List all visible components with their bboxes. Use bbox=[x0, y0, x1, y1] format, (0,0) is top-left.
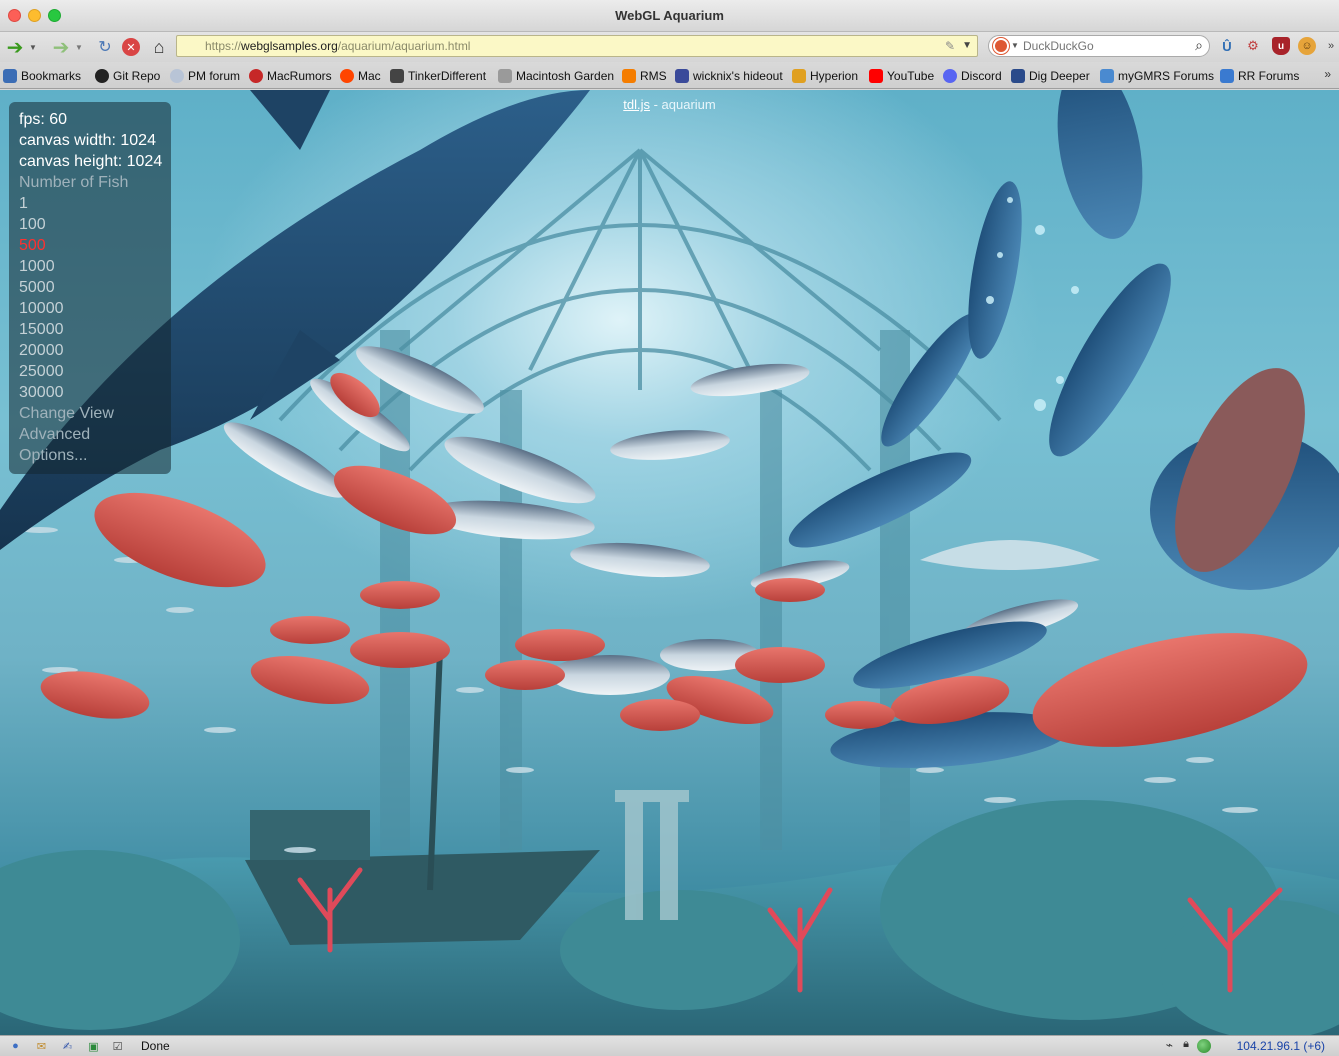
url-domain: webglsamples.org bbox=[241, 39, 338, 53]
tinker-icon bbox=[390, 69, 404, 83]
sphere-icon bbox=[170, 69, 184, 83]
irc-icon[interactable]: ☑ bbox=[110, 1039, 125, 1053]
window-title: WebGL Aquarium bbox=[615, 8, 724, 23]
bookmarks-toolbar: Bookmarks Git Repo PM forum MacRumors Ma… bbox=[0, 62, 1339, 89]
fish-option-10000[interactable]: 10000 bbox=[19, 298, 171, 319]
fish-option-30000[interactable]: 30000 bbox=[19, 382, 171, 403]
bookmark-item[interactable]: wicknix's hideout bbox=[675, 68, 783, 84]
composer-icon[interactable]: ✍ bbox=[60, 1039, 75, 1053]
bookmark-item[interactable]: Bookmarks bbox=[3, 68, 81, 84]
toolbar-overflow-icon[interactable]: » bbox=[1322, 37, 1339, 55]
plug-icon: ⌁ bbox=[1165, 1038, 1173, 1052]
fps-readout: fps: 60 bbox=[19, 111, 68, 128]
fish-option-25000[interactable]: 25000 bbox=[19, 361, 171, 382]
magnifier-icon[interactable]: ⌕ bbox=[1195, 35, 1203, 55]
extension-gear-icon[interactable]: ⚙ bbox=[1244, 37, 1262, 55]
bookmark-item[interactable]: myGMRS Forums bbox=[1100, 68, 1214, 84]
wicknix-icon bbox=[675, 69, 689, 83]
bookmark-item[interactable]: MacRumors bbox=[249, 68, 332, 84]
bookmark-page-icon[interactable]: ✎ bbox=[945, 36, 955, 56]
options-menu[interactable]: Options... bbox=[19, 445, 171, 466]
page-title-rest: - aquarium bbox=[649, 97, 716, 112]
folder-icon bbox=[3, 69, 17, 83]
forward-arrow-icon[interactable]: ➔ bbox=[50, 36, 72, 59]
bookmark-item[interactable]: TinkerDifferent bbox=[390, 68, 486, 84]
bookmark-item[interactable]: Mac bbox=[340, 68, 381, 84]
gmrs-icon bbox=[1100, 69, 1114, 83]
tdl-link[interactable]: tdl.js bbox=[623, 97, 650, 112]
lock-icon[interactable]: 🔒︎ bbox=[1183, 1038, 1189, 1051]
extension-swirl-icon[interactable]: Û bbox=[1218, 37, 1236, 55]
bookmark-item[interactable]: RMS bbox=[622, 68, 667, 84]
search-input[interactable] bbox=[1023, 36, 1173, 56]
ip-address[interactable]: 104.21.96.1 (+6) bbox=[1237, 1039, 1325, 1053]
url-prefix: https:// bbox=[205, 39, 242, 53]
fish-option-5000[interactable]: 5000 bbox=[19, 277, 171, 298]
search-engine-dropdown-icon[interactable]: ▼ bbox=[1011, 36, 1019, 56]
canvas-height-readout: canvas height: 1024 bbox=[19, 153, 163, 170]
fish-option-1[interactable]: 1 bbox=[19, 193, 171, 214]
fish-option-15000[interactable]: 15000 bbox=[19, 319, 171, 340]
bookmark-item[interactable]: RR Forums bbox=[1220, 68, 1299, 84]
advanced-menu[interactable]: Advanced bbox=[19, 424, 171, 445]
bookmark-item[interactable]: Macintosh Garden bbox=[498, 68, 614, 84]
discord-icon bbox=[943, 69, 957, 83]
reddit-icon bbox=[340, 69, 354, 83]
navigator-icon[interactable]: ● bbox=[8, 1039, 23, 1053]
reload-icon[interactable]: ↻ bbox=[94, 36, 116, 58]
window-titlebar: WebGL Aquarium bbox=[0, 0, 1339, 32]
mail-icon[interactable]: ✉ bbox=[34, 1039, 49, 1053]
extension-monkey-icon[interactable]: ☺ bbox=[1298, 37, 1316, 55]
github-icon bbox=[95, 69, 109, 83]
url-history-dropdown-icon[interactable]: ▼ bbox=[962, 36, 972, 56]
blogger-icon bbox=[622, 69, 636, 83]
url-path: /aquarium/aquarium.html bbox=[337, 39, 471, 53]
fish-count-heading: Number of Fish bbox=[19, 174, 129, 191]
bookmark-item[interactable]: Hyperion bbox=[792, 68, 858, 84]
hyperion-icon bbox=[792, 69, 806, 83]
fish-option-1000[interactable]: 1000 bbox=[19, 256, 171, 277]
digdeeper-icon bbox=[1011, 69, 1025, 83]
page-title: tdl.js - aquarium bbox=[0, 97, 1339, 112]
mac-icon bbox=[498, 69, 512, 83]
addressbook-icon[interactable]: ▣ bbox=[86, 1039, 101, 1053]
url-bar[interactable]: https://webglsamples.org/aquarium/aquari… bbox=[176, 35, 978, 57]
fish-option-500[interactable]: 500 bbox=[19, 235, 171, 256]
fish-option-100[interactable]: 100 bbox=[19, 214, 171, 235]
bookmark-item[interactable]: Git Repo bbox=[95, 68, 160, 84]
aquarium-scene bbox=[0, 90, 1339, 1035]
bookmark-item[interactable]: YouTube bbox=[869, 68, 934, 84]
globe-icon bbox=[1197, 1039, 1211, 1053]
youtube-icon bbox=[869, 69, 883, 83]
apple-icon bbox=[249, 69, 263, 83]
status-bar: ● ✉ ✍ ▣ ☑ Done ⌁ 🔒︎ 104.21.96.1 (+6) bbox=[0, 1035, 1339, 1056]
fish-option-20000[interactable]: 20000 bbox=[19, 340, 171, 361]
back-arrow-icon[interactable]: ➔ bbox=[4, 36, 26, 59]
search-bar[interactable]: ▼ ⌕ bbox=[988, 35, 1210, 57]
shark-distant bbox=[920, 540, 1100, 570]
fish-control-panel: fps: 60 canvas width: 1024 canvas height… bbox=[9, 102, 171, 474]
back-history-dropdown-icon[interactable]: ▼ bbox=[28, 36, 38, 58]
duckduckgo-icon[interactable] bbox=[993, 38, 1009, 54]
bookmarks-overflow-icon[interactable]: » bbox=[1324, 67, 1331, 81]
rr-icon bbox=[1220, 69, 1234, 83]
stop-icon[interactable]: ✕ bbox=[122, 38, 140, 56]
bookmark-item[interactable]: PM forum bbox=[170, 68, 240, 84]
aquarium-canvas[interactable]: tdl.js - aquarium fps: 60 canvas width: … bbox=[0, 90, 1339, 1035]
home-icon[interactable]: ⌂ bbox=[148, 36, 170, 58]
forward-history-dropdown-icon[interactable]: ▼ bbox=[74, 36, 84, 58]
ublock-shield-icon[interactable]: u bbox=[1272, 37, 1290, 55]
bookmark-item[interactable]: Discord bbox=[943, 68, 1002, 84]
change-view-menu[interactable]: Change View bbox=[19, 403, 171, 424]
bookmark-item[interactable]: Dig Deeper bbox=[1011, 68, 1090, 84]
status-text: Done bbox=[141, 1039, 170, 1053]
canvas-width-readout: canvas width: 1024 bbox=[19, 132, 156, 149]
